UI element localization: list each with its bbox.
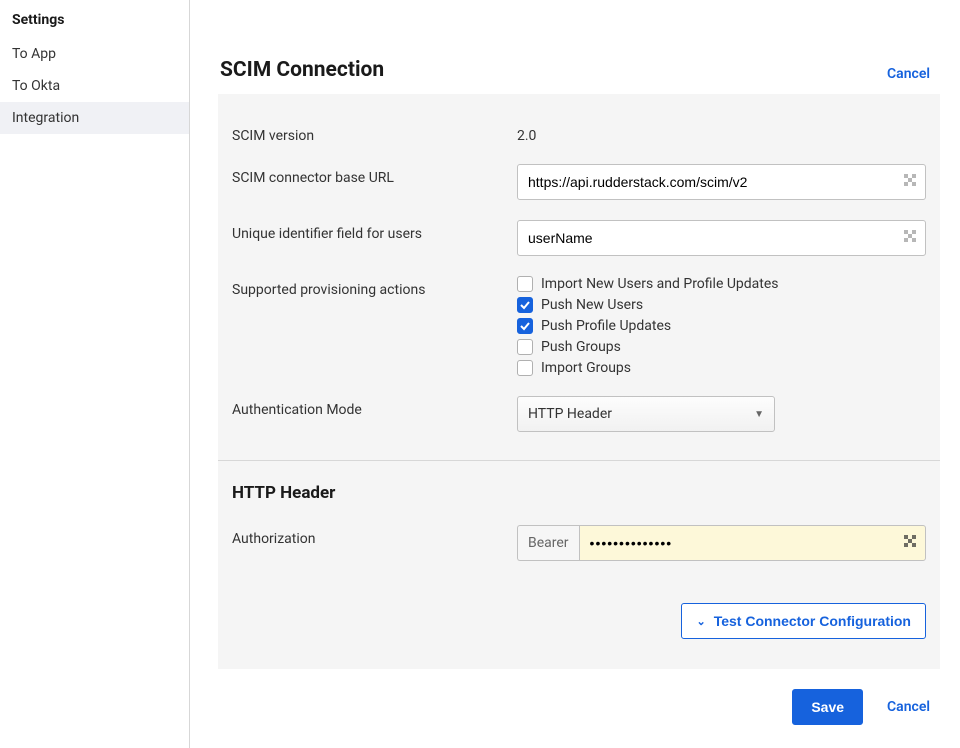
main-content: SCIM Connection Cancel SCIM version 2.0 … <box>190 0 960 748</box>
authorization-token-input[interactable] <box>579 525 926 561</box>
sidebar-item-to-okta[interactable]: To Okta <box>0 70 189 102</box>
label-authorization: Authorization <box>232 525 517 547</box>
variable-icon[interactable] <box>904 535 916 551</box>
checkbox-label: Import Groups <box>541 360 631 376</box>
form-panel: SCIM version 2.0 SCIM connector base URL… <box>218 94 940 669</box>
label-auth-mode: Authentication Mode <box>232 396 517 418</box>
row-scim-version: SCIM version 2.0 <box>230 112 928 154</box>
checkbox-label: Push Profile Updates <box>541 318 671 334</box>
variable-icon[interactable] <box>904 230 916 246</box>
checkbox-label: Push Groups <box>541 339 621 355</box>
test-connector-button[interactable]: ⌄ Test Connector Configuration <box>681 603 926 639</box>
base-url-input[interactable] <box>517 164 926 200</box>
label-scim-version: SCIM version <box>232 122 517 144</box>
checkbox-icon[interactable] <box>517 339 533 355</box>
footer: Save Cancel <box>218 669 940 725</box>
checkbox-import-new-users[interactable]: Import New Users and Profile Updates <box>517 276 926 292</box>
value-scim-version: 2.0 <box>517 122 926 144</box>
auth-type-prefix: Bearer <box>517 525 579 561</box>
checkbox-icon[interactable] <box>517 318 533 334</box>
checkbox-icon[interactable] <box>517 297 533 313</box>
checkbox-push-groups[interactable]: Push Groups <box>517 339 926 355</box>
chevron-down-icon: ▼ <box>754 409 764 420</box>
sidebar-item-to-app[interactable]: To App <box>0 38 189 70</box>
row-provisioning: Supported provisioning actions Import Ne… <box>230 266 928 386</box>
checkbox-import-groups[interactable]: Import Groups <box>517 360 926 376</box>
sidebar-title: Settings <box>0 12 189 38</box>
label-provisioning: Supported provisioning actions <box>232 276 517 298</box>
cancel-link-top[interactable]: Cancel <box>887 66 930 82</box>
label-base-url: SCIM connector base URL <box>232 164 517 186</box>
http-header-title: HTTP Header <box>230 461 928 515</box>
sidebar-item-integration[interactable]: Integration <box>0 102 189 134</box>
auth-mode-select[interactable]: HTTP Header ▼ <box>517 396 775 432</box>
checkbox-push-new-users[interactable]: Push New Users <box>517 297 926 313</box>
sidebar: Settings To App To Okta Integration <box>0 0 190 748</box>
test-button-label: Test Connector Configuration <box>714 613 911 629</box>
row-base-url: SCIM connector base URL <box>230 154 928 210</box>
main-header: SCIM Connection Cancel <box>218 16 940 94</box>
save-button[interactable]: Save <box>792 689 863 725</box>
variable-icon[interactable] <box>904 174 916 190</box>
chevron-down-icon: ⌄ <box>696 615 705 628</box>
checkbox-label: Push New Users <box>541 297 643 313</box>
checkbox-label: Import New Users and Profile Updates <box>541 276 779 292</box>
unique-id-input[interactable] <box>517 220 926 256</box>
cancel-link-bottom[interactable]: Cancel <box>887 699 930 715</box>
select-value: HTTP Header <box>528 406 612 422</box>
checkbox-push-profile-updates[interactable]: Push Profile Updates <box>517 318 926 334</box>
page-title: SCIM Connection <box>220 58 384 82</box>
checkbox-icon[interactable] <box>517 360 533 376</box>
label-unique-id: Unique identifier field for users <box>232 220 517 242</box>
checkbox-icon[interactable] <box>517 276 533 292</box>
row-auth-mode: Authentication Mode HTTP Header ▼ <box>230 386 928 442</box>
row-authorization: Authorization Bearer <box>230 515 928 571</box>
action-row: ⌄ Test Connector Configuration <box>230 571 928 639</box>
row-unique-id: Unique identifier field for users <box>230 210 928 266</box>
